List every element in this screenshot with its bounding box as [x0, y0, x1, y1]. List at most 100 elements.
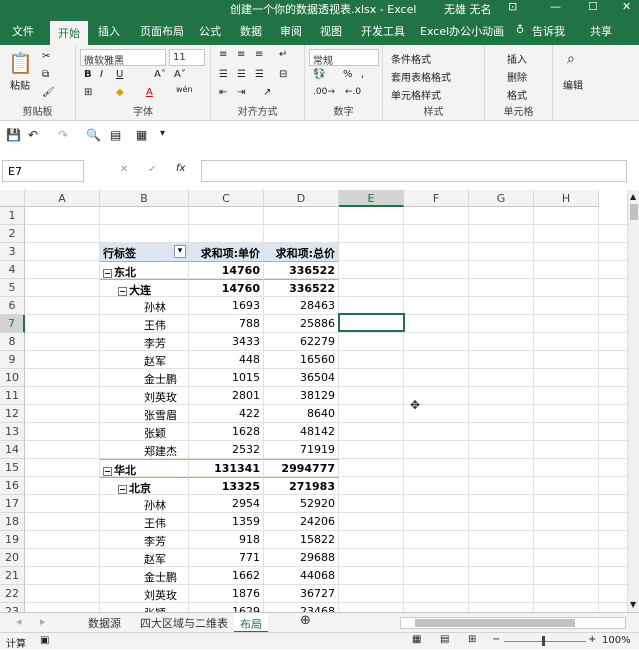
row-header[interactable]: 22	[0, 585, 25, 603]
cell-d[interactable]: 36504	[264, 369, 339, 387]
cell-g[interactable]	[469, 603, 534, 612]
cell-d[interactable]: 求和项:总价	[264, 243, 339, 261]
border-icon[interactable]: ⊞	[84, 87, 92, 98]
print-preview-icon[interactable]: 🔍	[86, 128, 101, 142]
cell-d[interactable]: 336522	[264, 261, 339, 279]
cell-g[interactable]	[469, 297, 534, 315]
tab-review[interactable]: 审阅	[280, 23, 302, 39]
select-all-corner[interactable]	[0, 190, 25, 207]
cell-b[interactable]: 赵军	[100, 549, 189, 567]
cell-a[interactable]	[25, 405, 100, 423]
cell-g[interactable]	[469, 243, 534, 261]
row-header[interactable]: 10	[0, 369, 25, 387]
formula-input[interactable]	[201, 160, 627, 182]
cell-h[interactable]	[534, 279, 599, 297]
cell-a[interactable]	[25, 495, 100, 513]
row-header[interactable]: 11	[0, 387, 25, 405]
cell-f[interactable]	[404, 495, 469, 513]
cut-icon[interactable]: ✂	[42, 51, 50, 62]
underline-button[interactable]: U	[116, 69, 123, 80]
cell-a[interactable]	[25, 243, 100, 261]
row-header[interactable]: 4	[0, 261, 25, 279]
collapse-icon[interactable]: −	[103, 466, 112, 476]
cell-a[interactable]	[25, 459, 100, 477]
cell-b[interactable]: 郑建杰	[100, 441, 189, 459]
cell-c[interactable]: 1359	[189, 513, 264, 531]
decrease-indent-icon[interactable]: ⇤	[219, 87, 227, 98]
cell-d[interactable]: 8640	[264, 405, 339, 423]
cell-a[interactable]	[25, 261, 100, 279]
cell-a[interactable]	[25, 315, 100, 333]
close-icon[interactable]: ✕	[622, 0, 631, 13]
tab-view[interactable]: 视图	[320, 23, 342, 39]
cell-a[interactable]	[25, 441, 100, 459]
tell-me-search[interactable]: 告诉我	[532, 23, 565, 39]
cell-e[interactable]	[339, 405, 404, 423]
cell-f[interactable]	[404, 261, 469, 279]
cell-g[interactable]	[469, 261, 534, 279]
cell-g[interactable]	[469, 441, 534, 459]
cell-f[interactable]	[404, 279, 469, 297]
cell-h[interactable]	[534, 297, 599, 315]
cell-c[interactable]: 14760	[189, 261, 264, 279]
cell-f[interactable]	[404, 549, 469, 567]
cell-c[interactable]: 422	[189, 405, 264, 423]
filter-dropdown-icon[interactable]: ▾	[174, 245, 186, 258]
cell-h[interactable]	[534, 585, 599, 603]
form-icon[interactable]: ▦	[136, 128, 147, 142]
conditional-format-button[interactable]: 条件格式	[391, 51, 431, 66]
cell-a[interactable]	[25, 567, 100, 585]
column-header-d[interactable]: D	[264, 190, 339, 207]
align-bottom-icon[interactable]: ≡	[255, 49, 263, 60]
cell-e[interactable]	[339, 549, 404, 567]
cell-h[interactable]	[534, 243, 599, 261]
insert-function-icon[interactable]: fx	[176, 163, 185, 174]
row-header[interactable]: 2	[0, 225, 25, 243]
cell-h[interactable]	[534, 531, 599, 549]
scroll-thumb[interactable]	[630, 204, 638, 220]
page-layout-view-icon[interactable]: ▤	[440, 634, 449, 645]
cell-d[interactable]: 48142	[264, 423, 339, 441]
cell-b[interactable]	[100, 207, 189, 225]
column-header-a[interactable]: A	[25, 190, 100, 207]
cell-c[interactable]: 2954	[189, 495, 264, 513]
cell-f[interactable]	[404, 315, 469, 333]
worksheet-grid[interactable]: A B C D E F G H 1 2 3 行标签 ▾ 求和项:单价 求和项:总价 4− 东北 1…	[0, 190, 627, 612]
redo-icon[interactable]: ↷	[58, 128, 68, 142]
row-header[interactable]: 12	[0, 405, 25, 423]
cell-f[interactable]	[404, 297, 469, 315]
scroll-down-icon[interactable]: ▼	[630, 600, 636, 609]
cell-e[interactable]	[339, 567, 404, 585]
comma-icon[interactable]: ,	[361, 69, 364, 80]
delete-cells-button[interactable]: 删除	[507, 69, 527, 84]
cell-f[interactable]	[404, 225, 469, 243]
vertical-scrollbar[interactable]: ▲ ▼	[627, 190, 639, 612]
copy-icon[interactable]: ⧉	[42, 69, 49, 80]
cell-d[interactable]: 336522	[264, 279, 339, 297]
cell-c[interactable]: 1876	[189, 585, 264, 603]
cell-h[interactable]	[534, 351, 599, 369]
cell-b[interactable]: 李芳	[100, 531, 189, 549]
cell-f[interactable]	[404, 585, 469, 603]
zoom-slider-thumb[interactable]	[542, 636, 545, 646]
cell-h[interactable]	[534, 405, 599, 423]
cell-a[interactable]	[25, 477, 100, 495]
cell-b[interactable]: − 北京	[100, 477, 189, 495]
cell-a[interactable]	[25, 603, 100, 612]
align-center-icon[interactable]: ☰	[237, 69, 246, 80]
cell-e[interactable]	[339, 513, 404, 531]
cell-h[interactable]	[534, 603, 599, 612]
cell-a[interactable]	[25, 279, 100, 297]
cell-g[interactable]	[469, 513, 534, 531]
phonetic-icon[interactable]: wén	[176, 85, 193, 94]
cell-e[interactable]	[339, 441, 404, 459]
cell-b[interactable]: 李芳	[100, 333, 189, 351]
cell-d[interactable]: 24206	[264, 513, 339, 531]
zoom-slider[interactable]	[504, 641, 586, 642]
cell-h[interactable]	[534, 207, 599, 225]
cell-f[interactable]	[404, 603, 469, 612]
percent-icon[interactable]: %	[343, 69, 353, 80]
cell-c[interactable]: 131341	[189, 459, 264, 477]
cell-d[interactable]: 28463	[264, 297, 339, 315]
tab-page-layout[interactable]: 页面布局	[140, 23, 184, 39]
